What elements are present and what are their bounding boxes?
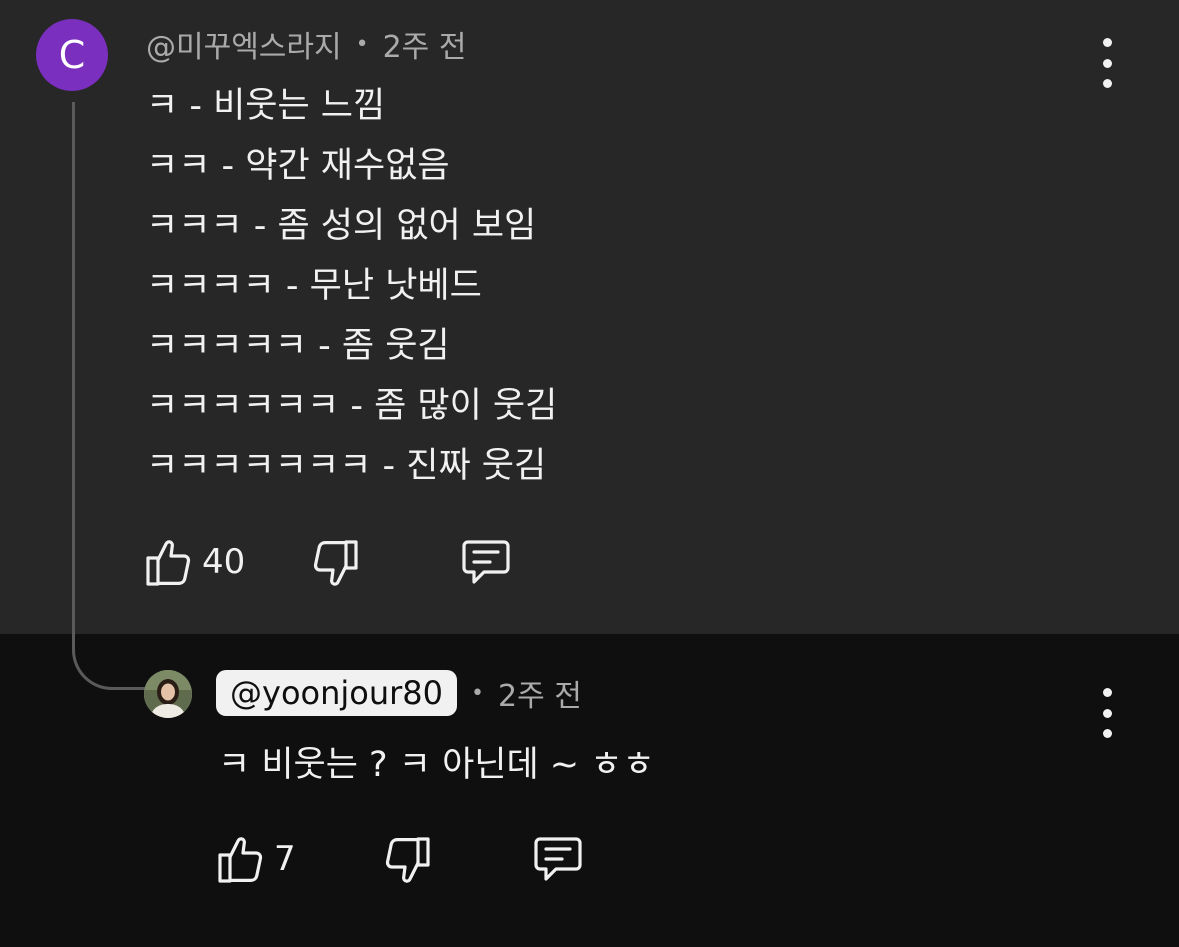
thumbs-up-icon [146,540,191,586]
comment-line: ㅋㅋㅋㅋ - 무난 낫베드 [146,266,482,306]
comment-line: ㅋㅋㅋㅋㅋ - 좀 웃김 [146,326,450,366]
comment-card: C @미꾸엑스라지 • 2주 전 ㅋ - 비웃는 느낌 ㅋㅋ - 약간 재수없음… [0,0,1179,634]
like-count: 40 [202,542,246,582]
reply-meta: @yoonjour80 • 2주 전 [216,670,582,716]
avatar-letter: C [58,33,86,77]
avatar-photo [144,670,192,718]
comment-line: ㅋㅋㅋㅋㅋㅋㅋ - 진짜 웃김 [146,446,547,486]
reply-icon [534,837,582,881]
reply-icon [462,540,510,584]
like-button[interactable]: 40 [144,536,245,588]
thumbs-down-icon [385,837,430,883]
like-button[interactable]: 7 [216,833,296,885]
reply-time: 2주 전 [497,679,582,714]
comment-line: ㅋㅋㅋㅋㅋㅋ - 좀 많이 웃김 [146,386,558,426]
meta-separator: • [355,31,369,57]
reply-button[interactable] [532,835,584,885]
more-vert-icon[interactable] [1092,38,1122,88]
dislike-button[interactable] [312,538,360,590]
thumbs-up-icon [218,837,263,883]
comment-meta: @미꾸엑스라지 • 2주 전 [146,22,466,66]
reply-button[interactable] [460,538,512,588]
comment-line: ㅋㅋ - 약간 재수없음 [146,146,450,186]
meta-separator: • [471,680,484,706]
avatar[interactable]: C [36,19,108,91]
comment-line: ㅋㅋㅋ - 좀 성의 없어 보임 [146,206,537,246]
comment-thread: C @미꾸엑스라지 • 2주 전 ㅋ - 비웃는 느낌 ㅋㅋ - 약간 재수없음… [0,0,1179,947]
comment-body: ㅋ - 비웃는 느낌 ㅋㅋ - 약간 재수없음 ㅋㅋㅋ - 좀 성의 없어 보임… [146,76,557,496]
dislike-button[interactable] [384,835,432,887]
comment-line: ㅋ - 비웃는 느낌 [146,86,386,126]
reply-body: ㅋ 비웃는 ? ㅋ 아닌데 ~ ㅎㅎ [218,745,655,785]
comment-author[interactable]: @미꾸엑스라지 [146,22,342,66]
thumbs-down-icon [313,540,358,586]
thread-connector [72,102,148,690]
more-vert-icon[interactable] [1092,688,1122,738]
like-count: 7 [274,839,296,879]
avatar[interactable] [144,670,192,718]
reply-author[interactable]: @yoonjour80 [216,670,457,716]
comment-time: 2주 전 [382,30,467,65]
